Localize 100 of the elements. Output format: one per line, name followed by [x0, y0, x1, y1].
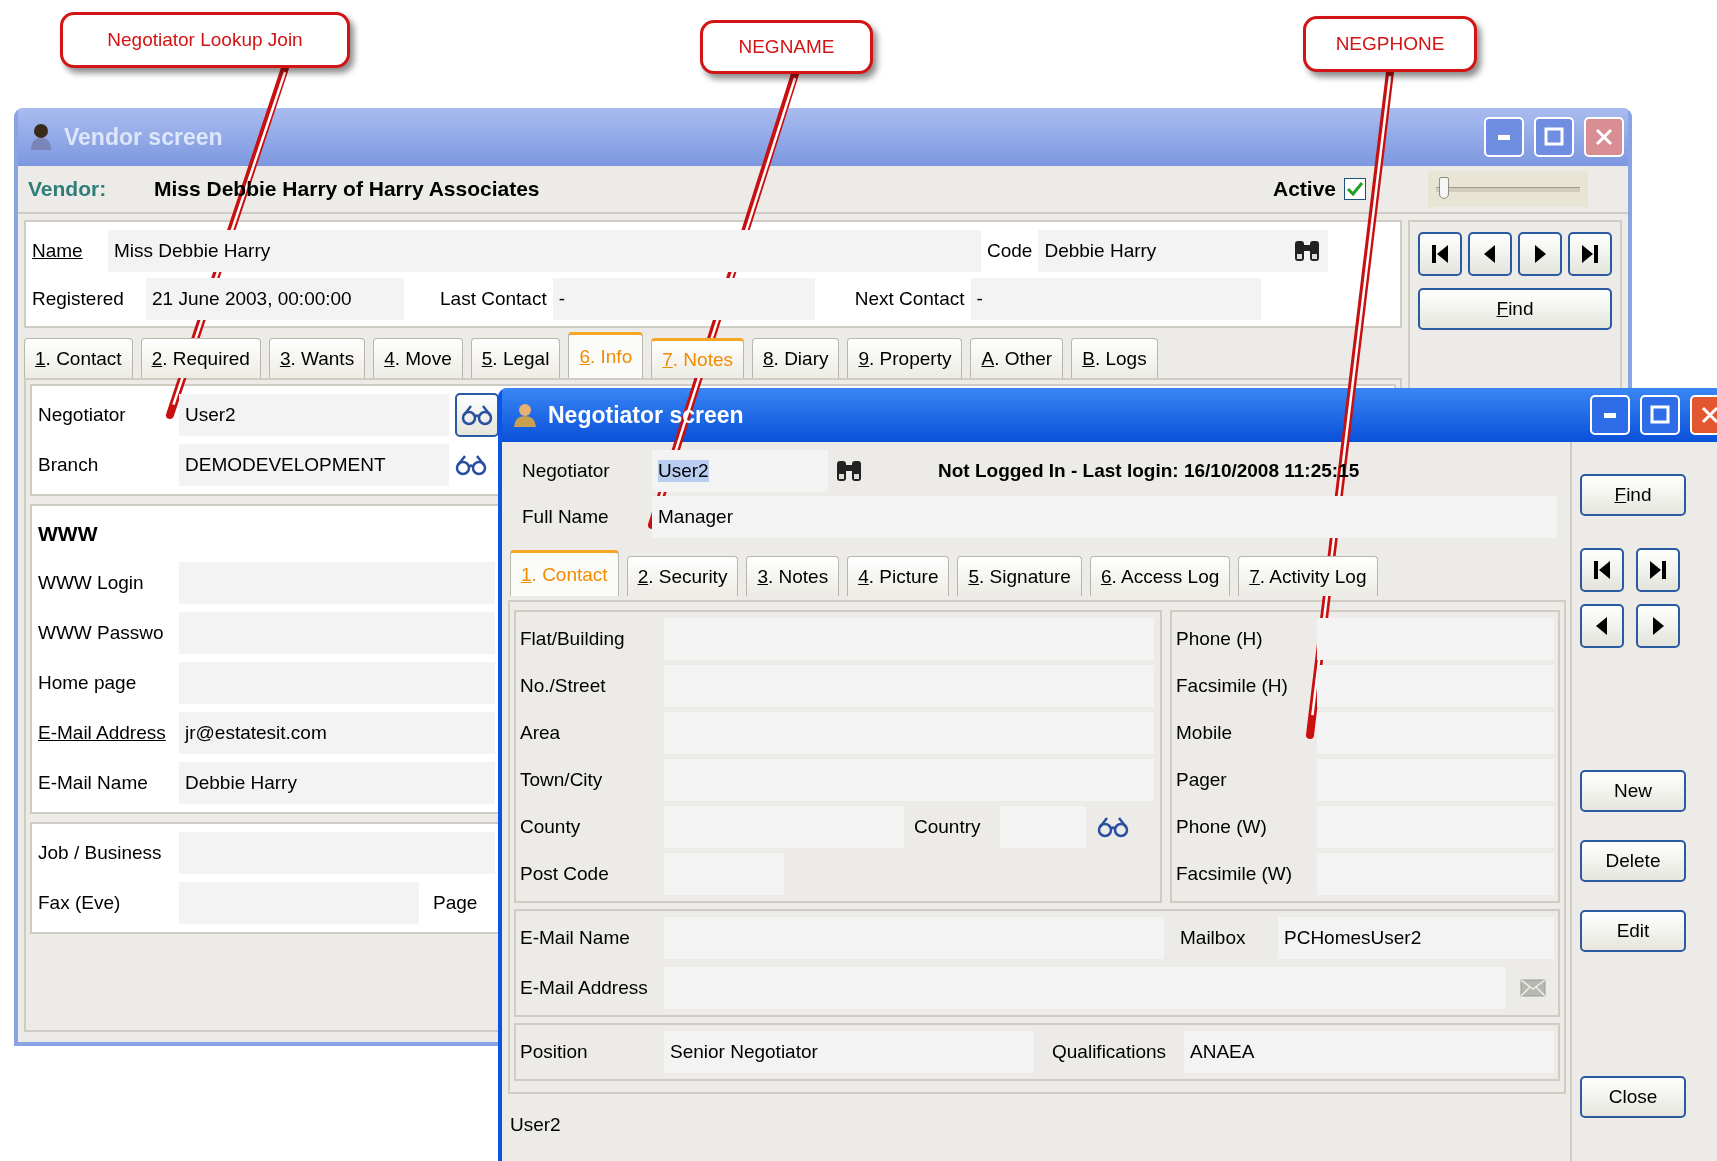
tab[interactable]: 5. Legal: [470, 338, 561, 378]
minimize-button[interactable]: [1590, 395, 1630, 435]
field-label: Town/City: [520, 769, 604, 791]
delete-button[interactable]: Delete: [1580, 840, 1686, 882]
first-record-button[interactable]: [1580, 548, 1624, 592]
minimize-icon: [1604, 412, 1616, 418]
find-button[interactable]: Find: [1418, 288, 1612, 330]
field-label: Branch: [38, 454, 100, 476]
section-heading: WWW: [38, 521, 98, 547]
tab[interactable]: 4. Move: [373, 338, 463, 378]
previous-record-button[interactable]: [1468, 232, 1512, 276]
field-label: Qualifications: [1052, 1041, 1168, 1063]
text-field[interactable]: Debbie Harry: [1038, 230, 1329, 272]
field-label: Home page: [38, 672, 138, 694]
tab[interactable]: 2. Security: [626, 556, 739, 596]
tab[interactable]: 8. Diary: [752, 338, 840, 378]
callout: NEGPHONE: [1303, 16, 1477, 72]
minimize-icon: [1498, 134, 1510, 140]
field-label: Next Contact: [854, 288, 965, 310]
text-field[interactable]: -: [970, 278, 1261, 320]
text-field[interactable]: Debbie Harry: [179, 762, 495, 804]
text-field[interactable]: [1317, 712, 1554, 754]
text-field[interactable]: [1317, 618, 1554, 660]
person-icon: [512, 401, 538, 429]
next-record-button[interactable]: [1636, 604, 1680, 648]
text-field[interactable]: User2: [652, 450, 828, 492]
field-label: County: [520, 816, 582, 838]
field-label: Fax (Eve): [38, 892, 122, 914]
field-label: E-Mail Address: [520, 977, 649, 999]
new-button[interactable]: New: [1580, 770, 1686, 812]
field-label: Facsimile (H): [1176, 675, 1289, 697]
tab[interactable]: 1. Contact: [24, 338, 133, 378]
field-label: Post Code: [520, 863, 610, 885]
close-icon: [1700, 405, 1717, 425]
find-button[interactable]: Find: [1580, 474, 1686, 516]
tab[interactable]: 5. Signature: [957, 556, 1082, 596]
tab[interactable]: 9. Property: [847, 338, 963, 378]
text-field[interactable]: [1317, 665, 1554, 707]
field-label: Negotiator: [521, 460, 611, 482]
tab[interactable]: 4. Picture: [847, 556, 950, 596]
field-label: Job / Business: [38, 842, 163, 864]
envelope-icon[interactable]: [1520, 977, 1546, 999]
text-field[interactable]: User2: [179, 394, 449, 436]
text-field[interactable]: Miss Debbie Harry: [108, 230, 981, 272]
field-label: Phone (H): [1176, 628, 1264, 650]
text-field[interactable]: ANAEA: [1184, 1031, 1554, 1073]
callout: Negotiator Lookup Join: [60, 12, 350, 68]
field-label: Name: [32, 240, 84, 262]
last-record-button[interactable]: [1636, 548, 1680, 592]
maximize-button[interactable]: [1640, 395, 1680, 435]
previous-record-button[interactable]: [1580, 604, 1624, 648]
field-label: E-Mail Name: [38, 772, 149, 794]
window-title: Vendor screen: [64, 123, 223, 151]
field-label: WWW Login: [38, 572, 145, 594]
field-label: E-Mail Address: [38, 722, 167, 744]
selected-text: User2: [658, 460, 709, 482]
tab[interactable]: 2. Required: [140, 338, 261, 378]
tab[interactable]: 6. Access Log: [1089, 556, 1231, 596]
text-field[interactable]: 21 June 2003, 00:00:00: [146, 278, 404, 320]
slider-thumb[interactable]: [1438, 177, 1449, 199]
field-label: WWW Passwo: [38, 622, 165, 644]
tab[interactable]: A. Other: [970, 338, 1064, 378]
field-label: Facsimile (W): [1176, 863, 1294, 885]
text-field[interactable]: Manager: [652, 496, 1557, 538]
text-field[interactable]: DEMODEVELOPMENT: [179, 444, 449, 486]
maximize-icon: [1650, 405, 1670, 425]
first-record-button[interactable]: [1418, 232, 1462, 276]
field-label: Country: [914, 816, 982, 838]
tab[interactable]: B. Logs: [1071, 338, 1158, 378]
next-record-button[interactable]: [1518, 232, 1562, 276]
field-label: Phone (W): [1176, 816, 1268, 838]
person-icon: [28, 122, 54, 152]
vendor-label: Vendor:: [28, 177, 108, 201]
text-field[interactable]: -: [552, 278, 815, 320]
tab[interactable]: 7. Activity Log: [1238, 556, 1378, 596]
text-field[interactable]: Senior Negotiator: [664, 1031, 1034, 1073]
text-field[interactable]: PCHomesUser2: [1278, 917, 1554, 959]
edit-button[interactable]: Edit: [1580, 910, 1686, 952]
lookup-button[interactable]: [455, 393, 499, 437]
status-bar-text: User2: [509, 1114, 562, 1137]
maximize-icon: [1544, 127, 1564, 147]
tab[interactable]: 3. Wants: [268, 338, 366, 378]
active-label: Active: [1272, 177, 1336, 201]
text-field[interactable]: jr@estatesit.com: [179, 712, 495, 754]
field-label: E-Mail Name: [520, 927, 631, 949]
field-label: Area: [520, 722, 562, 744]
field-label: Pager: [1176, 769, 1228, 791]
tab[interactable]: 3. Notes: [746, 556, 840, 596]
slider-track[interactable]: [1428, 171, 1588, 207]
field-label: Mobile: [1176, 722, 1233, 744]
field-label: Registered: [32, 288, 125, 310]
field-label: Full Name: [521, 506, 610, 528]
close-button[interactable]: [1584, 117, 1624, 157]
active-checkbox[interactable]: [1344, 178, 1366, 200]
minimize-button[interactable]: [1484, 117, 1524, 157]
field-label: Mailbox: [1180, 927, 1247, 949]
close-button[interactable]: Close: [1580, 1076, 1686, 1118]
field-label: Last Contact: [440, 288, 547, 310]
maximize-button[interactable]: [1534, 117, 1574, 157]
last-record-button[interactable]: [1568, 232, 1612, 276]
